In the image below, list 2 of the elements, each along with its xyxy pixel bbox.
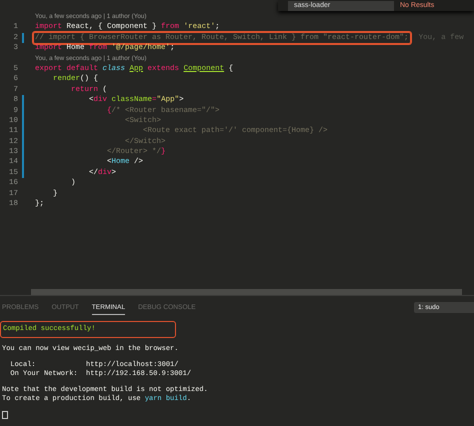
terminal-cursor xyxy=(2,411,8,419)
horizontal-scrollbar[interactable] xyxy=(31,289,462,295)
